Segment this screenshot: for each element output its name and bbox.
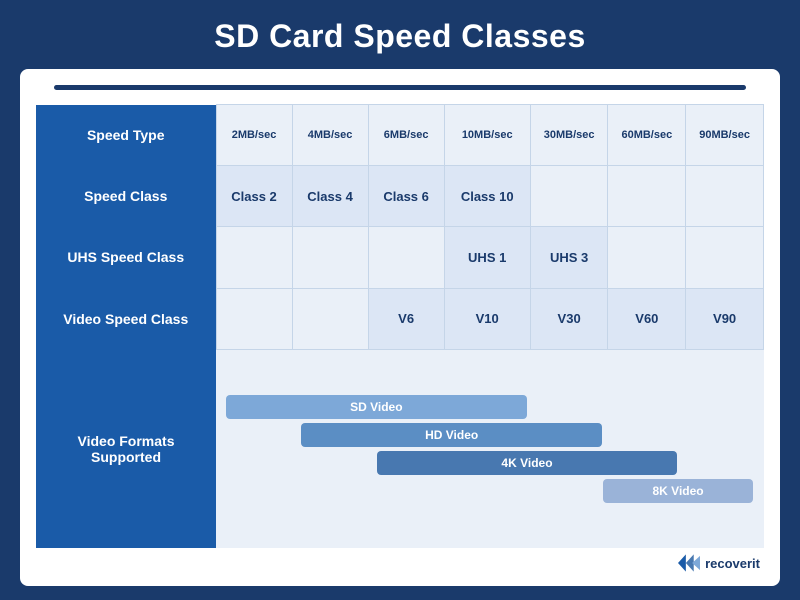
video-formats-cells: SD Video HD Video 4K Video — [216, 349, 764, 548]
main-container: SD Card Speed Classes Speed Type 2MB/sec… — [0, 0, 800, 600]
4k-video-row: 4K Video — [226, 451, 754, 475]
row-label-uhs: UHS Speed Class — [36, 227, 216, 288]
cell-10mb: 10MB/sec — [444, 105, 530, 166]
sd-video-row: SD Video — [226, 395, 754, 419]
row-label-speed-type: Speed Type — [36, 105, 216, 166]
hd-video-bar: HD Video — [301, 423, 602, 447]
cell-60mb: 60MB/sec — [608, 105, 686, 166]
table-row-uhs-speed-class: UHS Speed Class UHS 1 UHS 3 — [36, 227, 764, 288]
cell-class4: Class 4 — [292, 166, 368, 227]
cell-v30: V30 — [530, 288, 608, 349]
cell-uhs3: UHS 3 — [530, 227, 608, 288]
cell-uhs-empty2 — [292, 227, 368, 288]
table-row-video-formats: Video FormatsSupported SD Video HD Video — [36, 349, 764, 548]
cell-v6: V6 — [368, 288, 444, 349]
cell-class10: Class 10 — [444, 166, 530, 227]
page-title: SD Card Speed Classes — [214, 18, 586, 55]
cell-uhs-empty4 — [608, 227, 686, 288]
speed-class-table: Speed Type 2MB/sec 4MB/sec 6MB/sec 10MB/… — [36, 104, 764, 548]
cell-uhs1: UHS 1 — [444, 227, 530, 288]
cell-30mb: 30MB/sec — [530, 105, 608, 166]
cell-vsc-empty1 — [216, 288, 292, 349]
8k-video-row: 8K Video — [226, 479, 754, 503]
table-row-video-speed-class: Video Speed Class V6 V10 V30 V60 V90 — [36, 288, 764, 349]
8k-video-bar: 8K Video — [603, 479, 754, 503]
cell-vsc-empty2 — [292, 288, 368, 349]
row-label-speed-class: Speed Class — [36, 166, 216, 227]
video-bars: SD Video HD Video 4K Video — [222, 389, 758, 509]
cell-uhs-empty5 — [686, 227, 764, 288]
brand-name: recoverit — [705, 556, 760, 571]
cell-v90: V90 — [686, 288, 764, 349]
sd-video-bar: SD Video — [226, 395, 527, 419]
cell-v60: V60 — [608, 288, 686, 349]
cell-sc-empty2 — [608, 166, 686, 227]
row-label-video-speed: Video Speed Class — [36, 288, 216, 349]
row-label-video-formats: Video FormatsSupported — [36, 349, 216, 548]
cell-class6: Class 6 — [368, 166, 444, 227]
cell-uhs-empty3 — [368, 227, 444, 288]
cell-2mb: 2MB/sec — [216, 105, 292, 166]
cell-sc-empty3 — [686, 166, 764, 227]
hd-video-row: HD Video — [226, 423, 754, 447]
cell-v10: V10 — [444, 288, 530, 349]
cell-90mb: 90MB/sec — [686, 105, 764, 166]
table-row-speed-class: Speed Class Class 2 Class 4 Class 6 Clas… — [36, 166, 764, 227]
cell-uhs-empty1 — [216, 227, 292, 288]
card: Speed Type 2MB/sec 4MB/sec 6MB/sec 10MB/… — [20, 69, 780, 586]
cell-4mb: 4MB/sec — [292, 105, 368, 166]
recoverit-icon — [678, 554, 700, 572]
cell-sc-empty1 — [530, 166, 608, 227]
table-row-speed-type: Speed Type 2MB/sec 4MB/sec 6MB/sec 10MB/… — [36, 105, 764, 166]
logo-row: recoverit — [36, 554, 764, 572]
4k-video-bar: 4K Video — [377, 451, 678, 475]
top-bar — [54, 85, 746, 90]
cell-6mb: 6MB/sec — [368, 105, 444, 166]
cell-class2: Class 2 — [216, 166, 292, 227]
table-wrapper: Speed Type 2MB/sec 4MB/sec 6MB/sec 10MB/… — [36, 104, 764, 548]
